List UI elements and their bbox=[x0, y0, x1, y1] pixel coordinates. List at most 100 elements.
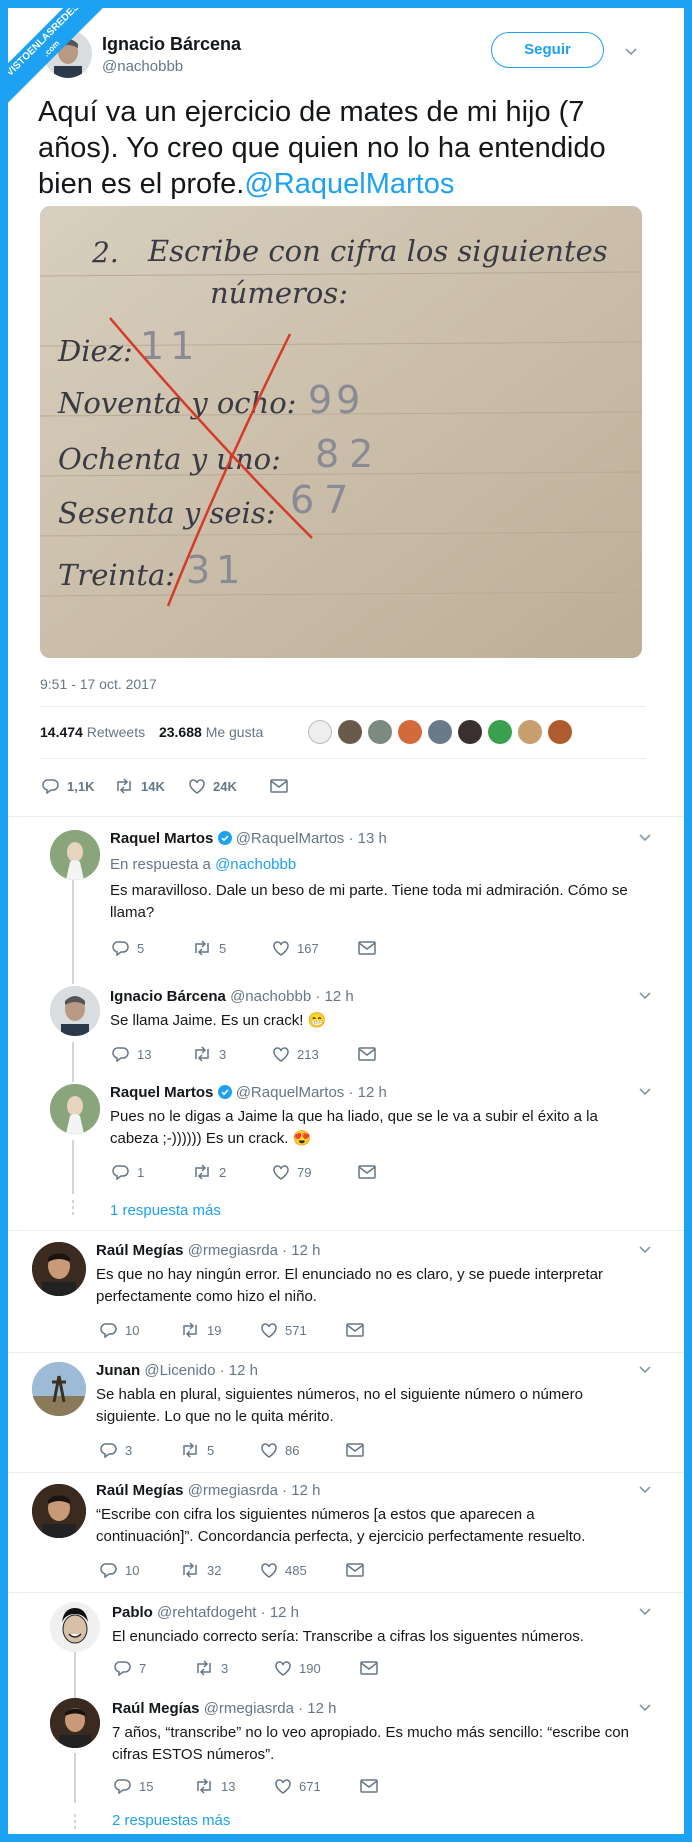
reply-author-name[interactable]: Junan bbox=[96, 1362, 140, 1379]
like-button[interactable]: 86 bbox=[260, 1442, 346, 1458]
liker-avatar[interactable] bbox=[488, 720, 512, 744]
liker-avatar[interactable] bbox=[458, 720, 482, 744]
reply-avatar[interactable] bbox=[32, 1484, 86, 1538]
message-button[interactable] bbox=[346, 1323, 371, 1337]
reply-button[interactable]: 7 bbox=[114, 1660, 194, 1676]
retweet-button[interactable]: 5 bbox=[192, 940, 272, 956]
chevron-down-icon[interactable] bbox=[636, 1698, 654, 1716]
reply-handle[interactable]: @rmegiasrda bbox=[188, 1242, 278, 1259]
reply-handle[interactable]: @rmegiasrda bbox=[204, 1700, 294, 1717]
message-button[interactable] bbox=[358, 1165, 383, 1179]
chevron-down-icon[interactable] bbox=[636, 1240, 654, 1258]
tweet-photo[interactable]: 2. Escribe con cifra los siguientes núme… bbox=[40, 206, 642, 658]
reply-avatar[interactable] bbox=[50, 1084, 100, 1134]
like-button[interactable]: 24K bbox=[188, 778, 270, 794]
reply-button[interactable]: 3 bbox=[100, 1442, 180, 1458]
retweet-button[interactable]: 13 bbox=[194, 1778, 274, 1794]
reply-time[interactable]: · 12 h bbox=[282, 1242, 320, 1259]
reply-button[interactable]: 5 bbox=[112, 940, 192, 956]
show-more-replies-link[interactable]: 2 respuestas más bbox=[112, 1812, 230, 1829]
reply-time[interactable]: · 12 h bbox=[282, 1482, 320, 1499]
reply-button[interactable]: 10 bbox=[100, 1562, 180, 1578]
chevron-down-icon[interactable] bbox=[636, 1082, 654, 1100]
reply-handle[interactable]: @nachobbb bbox=[230, 988, 311, 1005]
reply-button[interactable]: 13 bbox=[112, 1046, 192, 1062]
retweet-button[interactable]: 32 bbox=[180, 1562, 260, 1578]
retweet-button[interactable]: 14K bbox=[114, 778, 188, 794]
chevron-down-icon[interactable] bbox=[636, 828, 654, 846]
liker-avatar[interactable] bbox=[338, 720, 362, 744]
reply-button[interactable]: 1,1K bbox=[42, 778, 114, 794]
follow-button[interactable]: Seguir bbox=[491, 32, 604, 68]
reply-handle[interactable]: @RaquelMartos bbox=[236, 1084, 345, 1101]
retweet-button[interactable]: 19 bbox=[180, 1322, 260, 1338]
message-button[interactable] bbox=[360, 1779, 385, 1793]
reply-author-name[interactable]: Raquel Martos bbox=[110, 830, 213, 847]
liker-avatar[interactable] bbox=[368, 720, 392, 744]
liker-avatar[interactable] bbox=[518, 720, 542, 744]
show-more-replies-link[interactable]: 1 respuesta más bbox=[110, 1202, 221, 1219]
likes-count[interactable]: 23.688 bbox=[159, 724, 202, 740]
reply-avatar[interactable] bbox=[50, 1698, 100, 1748]
reply-button[interactable]: 15 bbox=[114, 1778, 194, 1794]
like-button[interactable]: 485 bbox=[260, 1562, 346, 1578]
like-button[interactable]: 671 bbox=[274, 1778, 360, 1794]
like-button[interactable]: 213 bbox=[272, 1046, 358, 1062]
reply-handle[interactable]: @Licenido bbox=[144, 1362, 215, 1379]
reply-author-name[interactable]: Raquel Martos bbox=[110, 1084, 213, 1101]
reply-handle[interactable]: @rmegiasrda bbox=[188, 1482, 278, 1499]
timestamp[interactable]: 9:51 - 17 oct. 2017 bbox=[40, 676, 157, 692]
reply-author-name[interactable]: Ignacio Bárcena bbox=[110, 988, 226, 1005]
retweet-button[interactable]: 3 bbox=[192, 1046, 272, 1062]
reply-avatar[interactable] bbox=[50, 986, 100, 1036]
in-reply-handle[interactable]: @nachobbb bbox=[215, 856, 296, 873]
reply-time[interactable]: · 12 h bbox=[348, 1084, 386, 1101]
message-button[interactable] bbox=[346, 1563, 371, 1577]
like-button[interactable]: 79 bbox=[272, 1164, 358, 1180]
retweet-button[interactable]: 3 bbox=[194, 1660, 274, 1676]
reply-author-name[interactable]: Raúl Megías bbox=[96, 1482, 184, 1499]
reply-author-name[interactable]: Raúl Megías bbox=[112, 1700, 200, 1717]
message-button[interactable] bbox=[358, 941, 383, 955]
reply-avatar[interactable] bbox=[50, 830, 100, 880]
retweets-label[interactable]: Retweets bbox=[87, 724, 145, 740]
reply-handle[interactable]: @rehtafdogeht bbox=[157, 1604, 256, 1621]
retweets-count[interactable]: 14.474 bbox=[40, 724, 83, 740]
liker-avatar[interactable] bbox=[548, 720, 572, 744]
reply-button[interactable]: 10 bbox=[100, 1322, 180, 1338]
reply-avatar[interactable] bbox=[50, 1602, 100, 1652]
liker-avatar[interactable] bbox=[398, 720, 422, 744]
like-button[interactable]: 190 bbox=[274, 1660, 360, 1676]
chevron-down-icon[interactable] bbox=[636, 1602, 654, 1620]
reply-time[interactable]: · 13 h bbox=[348, 830, 386, 847]
likes-label[interactable]: Me gusta bbox=[206, 724, 264, 740]
reply-avatar[interactable] bbox=[32, 1362, 86, 1416]
chevron-down-icon[interactable] bbox=[622, 42, 640, 60]
chevron-down-icon[interactable] bbox=[636, 1360, 654, 1378]
envelope-icon bbox=[346, 1443, 364, 1457]
reply-time[interactable]: · 12 h bbox=[220, 1362, 258, 1379]
retweet-button[interactable]: 2 bbox=[192, 1164, 272, 1180]
reply-time[interactable]: · 12 h bbox=[261, 1604, 299, 1621]
reply-time[interactable]: · 12 h bbox=[298, 1700, 336, 1717]
reply-author-name[interactable]: Raúl Megías bbox=[96, 1242, 184, 1259]
reply-time[interactable]: · 12 h bbox=[315, 988, 353, 1005]
reply-avatar[interactable] bbox=[32, 1242, 86, 1296]
chevron-down-icon[interactable] bbox=[636, 986, 654, 1004]
chevron-down-icon[interactable] bbox=[636, 1480, 654, 1498]
liker-avatar[interactable] bbox=[428, 720, 452, 744]
mention-link[interactable]: @RaquelMartos bbox=[244, 168, 454, 200]
reply-handle[interactable]: @RaquelMartos bbox=[236, 830, 345, 847]
like-button[interactable]: 167 bbox=[272, 940, 358, 956]
message-button[interactable] bbox=[358, 1047, 383, 1061]
message-button[interactable] bbox=[270, 779, 295, 793]
reply-author-name[interactable]: Pablo bbox=[112, 1604, 153, 1621]
author-name[interactable]: Ignacio Bárcena bbox=[102, 34, 241, 55]
reply-button[interactable]: 1 bbox=[112, 1164, 192, 1180]
liker-avatar[interactable] bbox=[308, 720, 332, 744]
message-button[interactable] bbox=[360, 1661, 385, 1675]
message-button[interactable] bbox=[346, 1443, 371, 1457]
retweet-button[interactable]: 5 bbox=[180, 1442, 260, 1458]
like-button[interactable]: 571 bbox=[260, 1322, 346, 1338]
author-handle[interactable]: @nachobbb bbox=[102, 58, 183, 75]
